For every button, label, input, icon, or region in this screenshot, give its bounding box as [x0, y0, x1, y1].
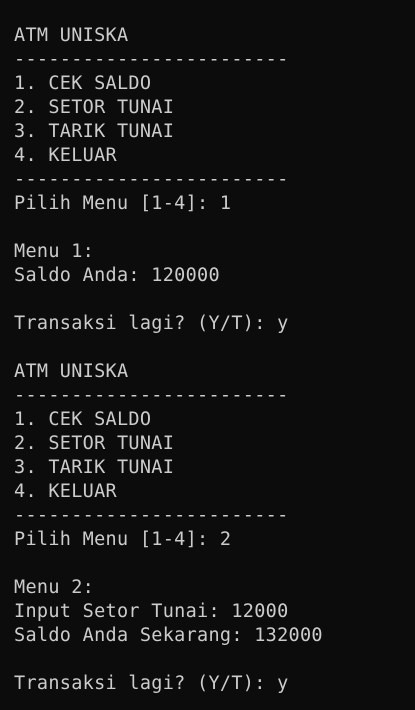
divider: ------------------------ — [14, 169, 289, 190]
menu-option-tarik-tunai: 3. TARIK TUNAI — [14, 457, 175, 478]
menu-choice-prompt: Pilih Menu [1-4]: 2 — [14, 529, 232, 550]
deposit-input-output: Input Setor Tunai: 12000 — [14, 601, 289, 622]
menu-option-setor-tunai: 2. SETOR TUNAI — [14, 433, 175, 454]
menu-option-cek-saldo: 1. CEK SALDO — [14, 73, 152, 94]
menu-header: Menu 2: — [14, 577, 95, 598]
menu-option-tarik-tunai: 3. TARIK TUNAI — [14, 121, 175, 142]
menu-option-cek-saldo: 1. CEK SALDO — [14, 409, 152, 430]
repeat-prompt: Transaksi lagi? (Y/T): y — [14, 673, 289, 694]
new-balance-output: Saldo Anda Sekarang: 132000 — [14, 625, 323, 646]
atm-title: ATM UNISKA — [14, 25, 129, 46]
menu-option-keluar: 4. KELUAR — [14, 481, 117, 502]
atm-title: ATM UNISKA — [14, 361, 129, 382]
balance-output: Saldo Anda: 120000 — [14, 265, 220, 286]
menu-option-keluar: 4. KELUAR — [14, 145, 117, 166]
repeat-prompt: Transaksi lagi? (Y/T): y — [14, 313, 289, 334]
divider: ------------------------ — [14, 505, 289, 526]
menu-option-setor-tunai: 2. SETOR TUNAI — [14, 97, 175, 118]
divider: ------------------------ — [14, 385, 289, 406]
terminal-output[interactable]: ATM UNISKA ------------------------ 1. C… — [0, 0, 415, 710]
menu-choice-prompt: Pilih Menu [1-4]: 1 — [14, 193, 232, 214]
menu-header: Menu 1: — [14, 241, 95, 262]
divider: ------------------------ — [14, 49, 289, 70]
